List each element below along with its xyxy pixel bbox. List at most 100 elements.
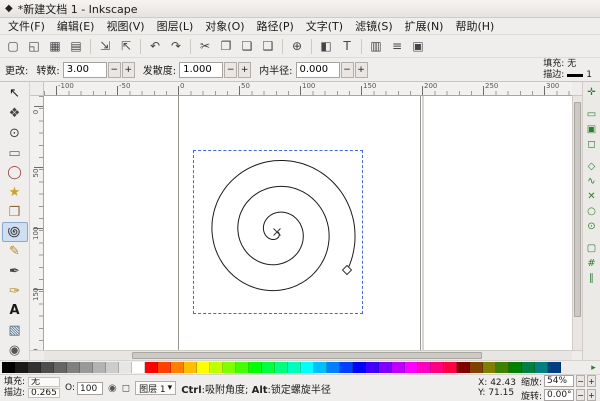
palette-swatch[interactable] <box>431 362 444 373</box>
palette-swatch[interactable] <box>41 362 54 373</box>
horizontal-scrollbar[interactable] <box>44 350 572 360</box>
paste-button[interactable]: ❏ <box>237 37 257 56</box>
snap-intersections-button[interactable]: ✕ <box>584 189 600 204</box>
palette-swatch[interactable] <box>236 362 249 373</box>
rotation-increase-button[interactable]: + <box>587 389 596 401</box>
palette-swatch[interactable] <box>171 362 184 373</box>
spiral-path[interactable] <box>212 161 355 291</box>
palette-swatch[interactable] <box>535 362 548 373</box>
zoom-tool[interactable]: ⊙ <box>2 123 28 143</box>
statusbar-stroke-value[interactable]: 0.265 <box>28 388 60 398</box>
palette-swatch[interactable] <box>327 362 340 373</box>
opacity-input[interactable]: 100 <box>77 382 103 395</box>
palette-swatch[interactable] <box>184 362 197 373</box>
horizontal-ruler[interactable]: -100-50050100150200250300 <box>44 82 572 96</box>
zoom-decrease-button[interactable]: − <box>576 375 585 387</box>
redo-button[interactable]: ↷ <box>166 37 186 56</box>
fill-value[interactable]: 无 <box>567 59 576 70</box>
print-button[interactable]: ▤ <box>66 37 86 56</box>
palette-swatch[interactable] <box>15 362 28 373</box>
zoom-increase-button[interactable]: + <box>587 375 596 387</box>
spiral-center-handle[interactable] <box>274 229 281 236</box>
palette-swatch[interactable] <box>275 362 288 373</box>
new-document-button[interactable]: ▢ <box>3 37 23 56</box>
palette-swatch[interactable] <box>301 362 314 373</box>
turns-increase-button[interactable]: + <box>122 62 135 78</box>
snap-bbox-corners-button[interactable]: ◻ <box>584 137 600 152</box>
select-tool[interactable]: ↖ <box>2 84 28 104</box>
menu-item[interactable]: 文字(T) <box>300 17 349 35</box>
palette-swatch[interactable] <box>28 362 41 373</box>
snap-centers-button[interactable]: ⊙ <box>584 219 600 234</box>
rect-tool[interactable]: ▭ <box>2 143 28 163</box>
palette-swatch[interactable] <box>496 362 509 373</box>
palette-swatch[interactable] <box>483 362 496 373</box>
palette-swatch[interactable] <box>288 362 301 373</box>
preferences-button[interactable]: ▣ <box>408 37 428 56</box>
cut-button[interactable]: ✂ <box>195 37 215 56</box>
palette-swatch[interactable] <box>67 362 80 373</box>
zoom-drawing-button[interactable]: ⊕ <box>287 37 307 56</box>
layer-visibility-eye-icon[interactable]: ◉ <box>108 383 117 394</box>
snap-toggle-button[interactable]: ✛ <box>584 85 600 100</box>
rotation-input[interactable]: 0.00° <box>544 389 574 401</box>
palette-swatch[interactable] <box>2 362 15 373</box>
inner-radius-decrease-button[interactable]: − <box>341 62 354 78</box>
vertical-scrollbar-thumb[interactable] <box>574 102 581 317</box>
palette-swatch[interactable] <box>405 362 418 373</box>
turns-input[interactable] <box>63 62 107 78</box>
snap-bbox-edges-button[interactable]: ▣ <box>584 122 600 137</box>
import-button[interactable]: ⇲ <box>95 37 115 56</box>
palette-swatch[interactable] <box>132 362 145 373</box>
palette-swatch[interactable] <box>340 362 353 373</box>
snap-page-border-button[interactable]: ▢ <box>584 241 600 256</box>
pencil-tool[interactable]: ✎ <box>2 242 28 262</box>
layer-lock-icon[interactable]: ◻ <box>122 383 130 394</box>
palette-swatch[interactable] <box>457 362 470 373</box>
palette-swatch[interactable] <box>353 362 366 373</box>
duplicate-button[interactable]: ❑ <box>258 37 278 56</box>
snap-path-button[interactable]: ∿ <box>584 174 600 189</box>
menu-item[interactable]: 图层(L) <box>151 17 200 35</box>
gradient-tool[interactable]: ▧ <box>2 321 28 341</box>
stroke-swatch[interactable] <box>567 74 583 77</box>
title-bar[interactable]: ◆ *新建文档 1 - Inkscape <box>0 0 600 18</box>
calligraphy-tool[interactable]: ✑ <box>2 281 28 301</box>
snap-grid-button[interactable]: # <box>584 256 600 271</box>
palette-swatch[interactable] <box>470 362 483 373</box>
palette-swatch[interactable] <box>314 362 327 373</box>
snap-bbox-button[interactable]: ▭ <box>584 107 600 122</box>
inner-radius-increase-button[interactable]: + <box>355 62 368 78</box>
divergence-increase-button[interactable]: + <box>238 62 251 78</box>
save-button[interactable]: ▦ <box>45 37 65 56</box>
vertical-scrollbar[interactable] <box>572 96 582 350</box>
palette-swatch[interactable] <box>548 362 561 373</box>
menu-item[interactable]: 编辑(E) <box>51 17 101 35</box>
vertical-ruler[interactable]: 050100150200 <box>30 96 44 350</box>
undo-button[interactable]: ↶ <box>145 37 165 56</box>
palette-swatch[interactable] <box>392 362 405 373</box>
menu-item[interactable]: 对象(O) <box>199 17 250 35</box>
text-tool[interactable]: A <box>2 301 28 321</box>
menu-item[interactable]: 路径(P) <box>251 17 300 35</box>
palette-swatch[interactable] <box>106 362 119 373</box>
ruler-corner[interactable] <box>30 82 44 96</box>
palette-swatch[interactable] <box>379 362 392 373</box>
menu-item[interactable]: 文件(F) <box>2 17 51 35</box>
divergence-decrease-button[interactable]: − <box>224 62 237 78</box>
xml-editor-button[interactable]: ≡ <box>387 37 407 56</box>
palette-swatch[interactable] <box>80 362 93 373</box>
align-dialog-button[interactable]: ▥ <box>366 37 386 56</box>
palette-swatch[interactable] <box>522 362 535 373</box>
snap-midpoints-button[interactable]: ○ <box>584 204 600 219</box>
open-button[interactable]: ◱ <box>24 37 44 56</box>
layer-selector[interactable]: 图层 1 ▾ <box>135 381 176 395</box>
menu-item[interactable]: 帮助(H) <box>449 17 500 35</box>
palette-swatch[interactable] <box>93 362 106 373</box>
fill-stroke-dialog-button[interactable]: ◧ <box>316 37 336 56</box>
export-button[interactable]: ⇱ <box>116 37 136 56</box>
snap-nodes-button[interactable]: ◇ <box>584 159 600 174</box>
palette-swatch[interactable] <box>210 362 223 373</box>
dropper-tool[interactable]: ◉ <box>2 340 28 360</box>
palette-swatch[interactable] <box>262 362 275 373</box>
